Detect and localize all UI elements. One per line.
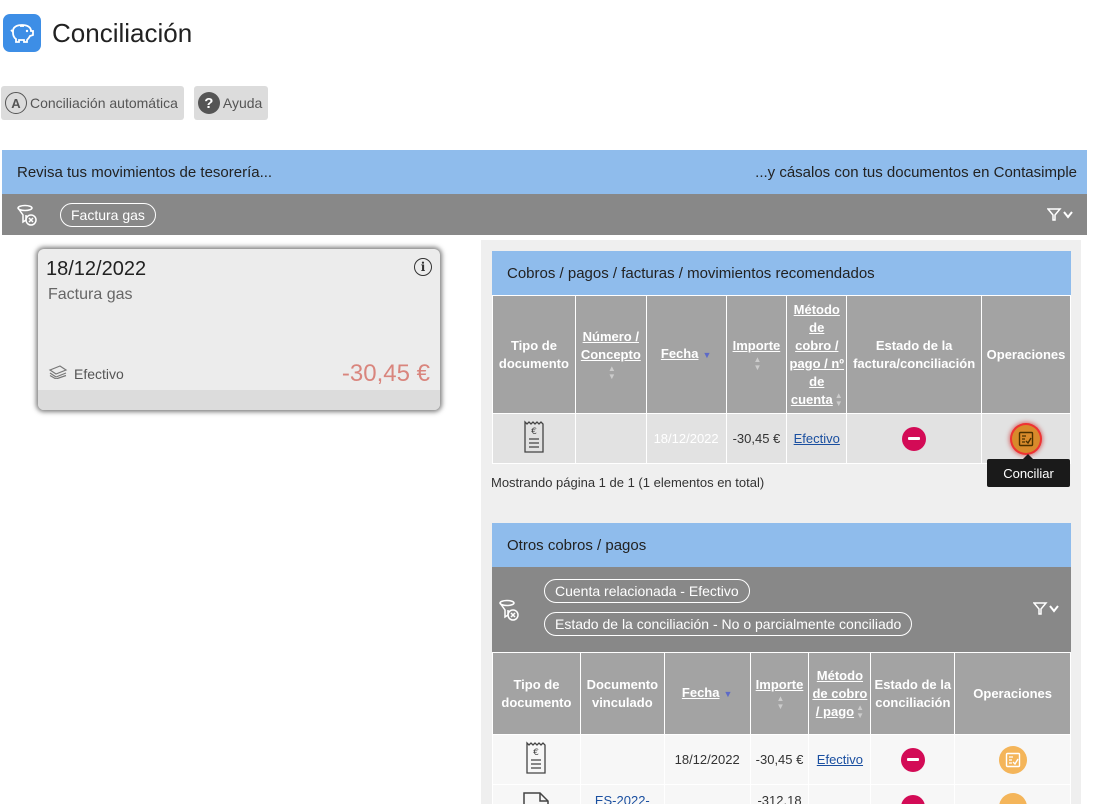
cell-ops [954,734,1071,785]
help-label: Ayuda [222,95,263,111]
col-method[interactable]: Método de cobro / pago / nº de cuenta ▲ ▼ [786,295,848,414]
linked-document-link[interactable]: ES-2022- [595,793,650,804]
filter-dropdown-icon[interactable] [1033,602,1061,616]
movement-amount: -30,45 € [341,360,430,387]
page-header: Conciliación [3,14,192,52]
method-link[interactable]: Efectivo [817,752,863,767]
movement-date: 18/12/2022 [46,258,147,280]
banner-left-text: Revisa tus movimientos de tesorería... [17,163,273,181]
movements-filter-bar: Factura gas [2,194,1087,235]
page-title: Conciliación [52,17,193,48]
cell-status [846,413,983,464]
col-method[interactable]: Método de cobro / pago ▲ ▼ [808,652,872,735]
col-number[interactable]: Número / Concepto▲ ▼ [574,295,647,414]
cell-method[interactable]: Efectivo [808,734,872,785]
auto-reconcile-button[interactable]: A Conciliación automática [1,86,184,120]
movement-method-label: Efectivo [74,365,124,382]
others-filter-bar: Cuenta relacionada - Efectivo Estado de … [492,567,1071,652]
piggy-bank-icon [3,14,41,52]
col-date[interactable]: Fecha ▼ [645,295,727,414]
filter-chip-account[interactable]: Cuenta relacionada - Efectivo [544,579,750,603]
movement-concept: Factura gas [48,286,133,303]
table-row[interactable]: ES-2022- -312,18 [492,784,1071,804]
not-reconciled-icon [900,795,925,804]
cell-method[interactable]: Efectivo [786,413,848,464]
cell-ops [954,784,1071,804]
reconcile-tooltip: Conciliar [987,454,1070,487]
recommended-title: Cobros / pagos / facturas / movimientos … [507,264,875,282]
help-button[interactable]: ? Ayuda [193,86,269,120]
instructions-banner: Revisa tus movimientos de tesorería... .… [2,150,1087,194]
col-type: Tipo de documento [492,652,581,735]
reconcile-button[interactable] [1012,424,1041,453]
cell-date: 18/12/2022 [645,413,727,464]
reconcile-button[interactable] [998,793,1027,804]
others-header: Otros cobros / pagos [492,523,1071,567]
clear-filter-icon[interactable] [498,599,520,621]
cell-status [870,734,956,785]
filter-chip-status[interactable]: Estado de la conciliación - No o parcial… [544,612,913,636]
col-status: Estado de la conciliación [870,652,956,735]
not-reconciled-icon [900,747,925,772]
col-type: Tipo de documento [492,295,576,414]
receipt-icon: € [492,413,576,464]
col-status: Estado de la factura/conciliación [846,295,983,414]
toolbar: A Conciliación automática ? Ayuda [1,86,269,120]
auto-reconcile-label: Conciliación automática [30,95,178,111]
col-ops: Operaciones [954,652,1071,735]
cash-icon [48,365,68,382]
col-amount[interactable]: Importe▲ ▼ [749,652,810,735]
cell-status [870,784,956,804]
reconcile-button[interactable] [998,745,1027,774]
cell-linked [579,734,665,785]
table-row[interactable]: € 18/12/2022 -30,45 € Efectivo [492,413,1071,464]
svg-text:€: € [534,748,540,758]
document-icon [492,784,581,804]
method-link[interactable]: Efectivo [794,431,840,446]
table-row[interactable]: € 18/12/2022 -30,45 € Efectivo [492,734,1071,785]
cell-number [574,413,647,464]
cell-amount: -30,45 € [749,734,810,785]
cell-amount: -312,18 [749,784,810,804]
cell-date [663,784,751,804]
paging-info: Mostrando página 1 de 1 (1 elementos en … [491,475,765,490]
cell-amount: -30,45 € [725,413,788,464]
others-table: Tipo de documento Documento vinculado Fe… [492,652,1071,804]
cell-linked[interactable]: ES-2022- [579,784,665,804]
col-date[interactable]: Fecha ▼ [663,652,751,735]
card-footer [38,390,440,410]
recommended-header: Cobros / pagos / facturas / movimientos … [492,251,1071,295]
not-reconciled-icon [902,426,927,451]
cell-method [808,784,872,804]
filter-dropdown-icon[interactable] [1047,207,1075,222]
filter-chip[interactable]: Factura gas [60,202,156,227]
banner-right-text: ...y cásalos con tus documentos en Conta… [755,163,1077,181]
auto-a-icon: A [5,92,27,114]
info-icon[interactable]: i [414,258,432,276]
col-linked: Documento vinculado [579,652,665,735]
cell-date: 18/12/2022 [663,734,751,785]
col-ops: Operaciones [981,295,1071,414]
clear-filter-icon[interactable] [16,204,38,226]
receipt-icon: € [492,734,581,785]
others-title: Otros cobros / pagos [507,536,647,554]
svg-text:€: € [531,427,537,437]
question-icon: ? [197,92,220,114]
movement-method: Efectivo [48,365,124,382]
col-amount[interactable]: Importe▲ ▼ [725,295,788,414]
movement-card[interactable]: 18/12/2022 Factura gas i Efectivo -30,45… [38,249,440,410]
recommended-table: Tipo de documento Número / Concepto▲ ▼ Fe… [492,295,1071,464]
